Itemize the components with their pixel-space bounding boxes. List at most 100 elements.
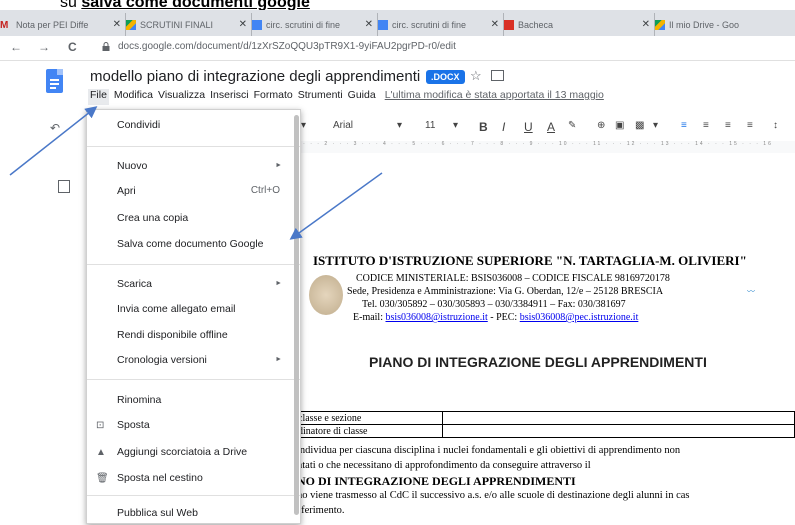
folder-icon[interactable] (491, 70, 504, 81)
submenu-arrow-icon: ► (275, 162, 282, 169)
email-link[interactable]: bsis036008@istruzione.it (386, 312, 488, 323)
close-tab-icon[interactable]: ✕ (361, 19, 377, 30)
docs-icon (252, 19, 262, 30)
menu-file[interactable]: File (88, 89, 109, 105)
text-color-button[interactable]: A (547, 120, 555, 134)
document-title[interactable]: modello piano di integrazione degli appr… (90, 68, 420, 85)
highlight-icon[interactable]: ✎ (568, 120, 576, 131)
menu-divider (87, 146, 300, 147)
submenu-arrow-icon: ► (275, 280, 282, 287)
undo-icon[interactable]: ↶ (50, 121, 60, 135)
instruction-caption: su salva come documenti google (60, 0, 795, 11)
bold-button[interactable]: B (479, 120, 488, 134)
close-tab-icon[interactable]: ✕ (235, 19, 251, 30)
menu-divider (87, 264, 300, 265)
image-icon[interactable]: ▩ (635, 120, 644, 131)
menu-item-label: Apri (117, 185, 136, 197)
back-icon[interactable]: ← (10, 40, 22, 54)
menu-scrollbar[interactable] (294, 115, 299, 515)
docs-icon (378, 19, 388, 30)
reload-icon[interactable]: C (68, 40, 77, 54)
menu-item-label: Invia come allegato email (117, 303, 236, 315)
align-center-icon[interactable]: ≡ (703, 120, 709, 131)
menu-modifica[interactable]: Modifica (114, 89, 153, 105)
menu-item-invia-email[interactable]: Invia come allegato email (87, 299, 300, 321)
browser-tab[interactable]: circ. scrutini di fine ✕ (378, 13, 504, 36)
drive-shortcut-icon: ▲ (96, 447, 106, 458)
menu-visualizza[interactable]: Visualizza (158, 89, 205, 105)
menu-item-label: Cronologia versioni (117, 354, 207, 366)
italic-button[interactable]: I (502, 120, 505, 134)
info-table: classe e sezione dinatore di classe (295, 411, 795, 438)
browser-tab[interactable]: circ. scrutini di fine ✕ (252, 13, 378, 36)
drive-icon (126, 19, 136, 30)
trash-icon: 🗑 (96, 473, 109, 484)
browser-tab[interactable]: Il mio Drive - Goo (655, 13, 795, 36)
menu-item-sposta[interactable]: ⊡ Sposta (87, 415, 300, 437)
menu-item-rinomina[interactable]: Rinomina (87, 390, 300, 412)
align-justify-icon[interactable]: ≡ (747, 120, 753, 131)
body-line: sferimento. (297, 505, 345, 516)
italian-emblem-icon (309, 275, 343, 315)
menu-guida[interactable]: Guida (348, 89, 376, 105)
menu-item-apri[interactable]: Apri Ctrl+O (87, 181, 300, 203)
menu-item-label: Rendi disponibile offline (117, 329, 228, 341)
forward-icon[interactable]: → (38, 40, 50, 54)
codes-line: CODICE MINISTERIALE: BSIS036008 – CODICE… (356, 273, 670, 284)
menu-item-salva-come-google[interactable]: Salva come documento Google (87, 234, 300, 256)
font-family-select[interactable]: Arial (333, 120, 353, 131)
close-tab-icon[interactable]: ✕ (487, 19, 503, 30)
browser-tab[interactable]: M Nota per PEI Diffe ✕ (0, 13, 126, 36)
underline-button[interactable]: U (524, 120, 533, 134)
menu-item-crea-copia[interactable]: Crea una copia (87, 208, 300, 230)
google-docs-icon[interactable] (46, 69, 63, 93)
align-right-icon[interactable]: ≡ (725, 120, 731, 131)
gmail-icon: M (0, 19, 9, 31)
menu-strumenti[interactable]: Strumenti (298, 89, 343, 105)
last-edit-link[interactable]: L'ultima modifica è stata apportata il 1… (385, 89, 604, 105)
menu-item-label: Rinomina (117, 394, 162, 406)
tab-label: circ. scrutini di fine (266, 19, 341, 30)
chevron-down-icon[interactable]: ▾ (453, 120, 458, 131)
font-size-select[interactable]: 11 (425, 120, 435, 131)
style-dropdown-icon[interactable]: ▾ (301, 120, 306, 131)
pec-link[interactable]: bsis036008@pec.istruzione.it (520, 312, 639, 323)
menu-inserisci[interactable]: Inserisci (210, 89, 249, 105)
menu-item-offline[interactable]: Rendi disponibile offline (87, 325, 300, 347)
menu-item-condividi[interactable]: Condividi (87, 115, 300, 137)
drive-icon (655, 19, 665, 30)
star-icon[interactable]: ☆ (470, 68, 482, 84)
menu-item-nuovo[interactable]: Nuovo ► (87, 156, 300, 178)
comment-icon[interactable]: ▣ (615, 120, 624, 131)
menu-formato[interactable]: Formato (254, 89, 293, 105)
menu-item-scarica[interactable]: Scarica ► (87, 274, 300, 296)
school-logo-icon: 〰 (747, 287, 755, 296)
menu-item-label: Aggiungi scorciatoia a Drive (117, 446, 248, 458)
menu-item-label: Condividi (117, 119, 161, 131)
align-left-icon[interactable]: ≡ (681, 120, 687, 131)
tab-label: circ. scrutini di fine (392, 19, 467, 30)
tab-label: SCRUTINI FINALI (140, 19, 214, 30)
url-field[interactable]: docs.google.com/document/d/1zXrSZoQQU3pT… (118, 41, 456, 52)
browser-tab[interactable]: Bacheca ✕ (504, 13, 655, 36)
close-tab-icon[interactable]: ✕ (638, 19, 654, 30)
menu-divider (87, 495, 300, 496)
table-cell: dinatore di classe (295, 424, 443, 438)
line-spacing-icon[interactable]: ↕ (773, 120, 778, 131)
menu-item-scorciatoia[interactable]: ▲ Aggiungi scorciatoia a Drive (87, 442, 300, 464)
document-outline-icon[interactable] (58, 180, 70, 193)
browser-tab[interactable]: SCRUTINI FINALI ✕ (126, 13, 252, 36)
link-icon[interactable]: ⊕ (597, 120, 605, 131)
body-line: ntati o che necessitano di approfondimen… (297, 460, 591, 471)
docx-badge: .DOCX (426, 70, 465, 84)
chevron-down-icon[interactable]: ▾ (397, 120, 402, 131)
phone-line: Tel. 030/305892 – 030/305893 – 030/33849… (362, 299, 626, 310)
document-heading: PIANO DI INTEGRAZIONE DEGLI APPRENDIMENT… (369, 354, 707, 370)
menu-item-cronologia[interactable]: Cronologia versioni ► (87, 350, 300, 372)
menu-item-cestino[interactable]: 🗑 Sposta nel cestino (87, 468, 300, 490)
file-menu: Condividi Nuovo ► Apri Ctrl+O Crea una cop… (86, 109, 301, 524)
bacheca-icon (504, 19, 514, 30)
close-tab-icon[interactable]: ✕ (109, 19, 125, 30)
chevron-down-icon[interactable]: ▾ (653, 120, 658, 131)
document-page[interactable]: ISTITUTO D'ISTRUZIONE SUPERIORE "N. TART… (295, 153, 795, 522)
